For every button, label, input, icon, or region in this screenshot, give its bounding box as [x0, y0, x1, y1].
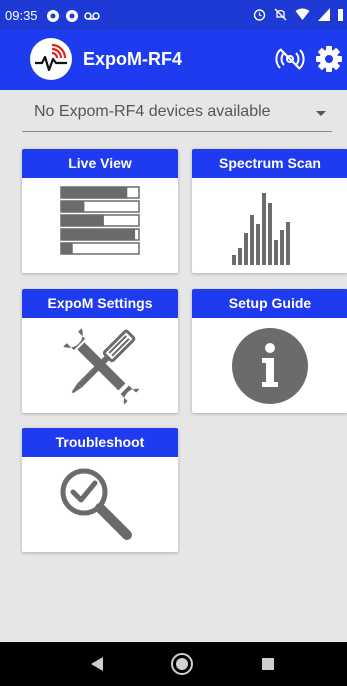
back-icon[interactable]	[76, 642, 120, 686]
expom-settings-label: ExpoM Settings	[22, 289, 178, 318]
bluetooth-off-icon[interactable]	[274, 43, 306, 75]
bars-list-icon	[22, 178, 178, 273]
spectrum-scan-label: Spectrum Scan	[192, 149, 347, 178]
setup-guide-label: Setup Guide	[192, 289, 347, 318]
message-icon	[47, 10, 59, 22]
wrench-screwdriver-icon	[22, 318, 178, 413]
message-icon	[66, 10, 78, 22]
device-select-value: No Expom-RF4 devices available	[34, 103, 271, 120]
device-select[interactable]: No Expom-RF4 devices available	[22, 94, 332, 132]
gear-icon[interactable]	[313, 43, 345, 75]
expom-settings-tile[interactable]: ExpoM Settings	[22, 289, 178, 413]
bar-fill	[61, 243, 73, 254]
system-nav-bar	[0, 642, 347, 686]
bar-fill	[61, 229, 136, 240]
recents-icon[interactable]	[246, 642, 290, 686]
bar-fill	[61, 215, 104, 226]
status-notification-icons	[46, 9, 100, 23]
app-title: ExpoM-RF4	[83, 49, 182, 69]
expom-logo	[30, 38, 72, 80]
troubleshoot-tile[interactable]: Troubleshoot	[22, 428, 178, 552]
spectrum-scan-tile[interactable]: Spectrum Scan	[192, 149, 347, 273]
signal-icon	[318, 8, 330, 21]
magnifier-check-icon	[22, 457, 178, 552]
status-bar: 09:35	[0, 0, 347, 30]
info-icon	[192, 318, 347, 413]
battery-icon	[338, 9, 343, 21]
live-view-tile[interactable]: Live View	[22, 149, 178, 273]
dropdown-arrow-icon	[316, 111, 326, 116]
home-icon[interactable]	[160, 642, 204, 686]
voicemail-icon	[84, 12, 100, 20]
wifi-icon	[295, 8, 310, 20]
bar-fill	[61, 187, 128, 198]
setup-guide-tile[interactable]: Setup Guide	[192, 289, 347, 413]
app-bar: ExpoM-RF4	[0, 30, 347, 90]
spectrum-bars-icon	[192, 178, 347, 273]
alarm-icon	[253, 9, 266, 21]
live-view-label: Live View	[22, 149, 178, 178]
troubleshoot-label: Troubleshoot	[22, 428, 178, 457]
do-not-disturb-icon	[274, 8, 287, 21]
bar-fill	[61, 201, 85, 212]
status-system-icons	[253, 8, 343, 21]
status-time: 09:35	[5, 8, 38, 23]
